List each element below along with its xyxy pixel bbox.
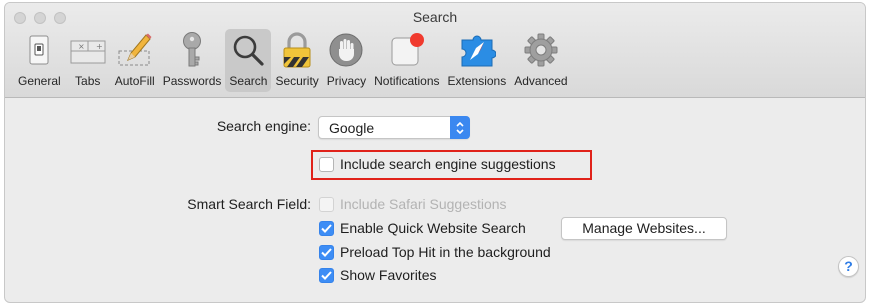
hand-icon — [327, 31, 365, 69]
include-suggestions-label: Include search engine suggestions — [340, 156, 556, 172]
show-favorites-row[interactable]: Show Favorites — [319, 267, 436, 283]
preferences-toolbar: General × + Tabs AutoFill Passwords Sear… — [14, 29, 572, 92]
tab-label: Privacy — [326, 74, 367, 88]
tab-tabs[interactable]: × + Tabs — [65, 29, 111, 92]
svg-text:×: × — [78, 42, 85, 51]
quick-website-search-row[interactable]: Enable Quick Website Search — [319, 220, 526, 236]
tab-label: AutoFill — [114, 74, 155, 88]
help-button[interactable]: ? — [838, 256, 859, 277]
tab-label: Advanced — [514, 74, 568, 88]
chevron-updown-icon — [450, 116, 470, 139]
padlock-icon — [278, 31, 316, 69]
checkmark-icon — [321, 223, 332, 233]
tab-notifications[interactable]: Notifications — [370, 29, 443, 92]
quick-website-search-checkbox[interactable] — [319, 220, 334, 236]
tab-extensions[interactable]: Extensions — [444, 29, 511, 92]
preload-top-hit-row[interactable]: Preload Top Hit in the background — [319, 244, 551, 260]
autofill-pencil-icon — [116, 31, 154, 69]
show-favorites-label: Show Favorites — [340, 267, 437, 283]
checkmark-icon — [321, 247, 332, 257]
magnifier-icon — [229, 31, 267, 69]
title-bar: Search General × + Tabs AutoFill Passwor… — [5, 3, 865, 98]
preload-top-hit-label: Preload Top Hit in the background — [340, 244, 551, 260]
tab-label: Notifications — [374, 74, 440, 88]
manage-websites-button[interactable]: Manage Websites... — [561, 217, 727, 240]
general-switch-icon — [20, 31, 58, 69]
tab-security[interactable]: Security — [271, 29, 322, 92]
include-safari-suggestions-label: Include Safari Suggestions — [340, 196, 507, 212]
search-engine-value: Google — [329, 120, 375, 136]
smart-search-field-label: Smart Search Field: — [187, 196, 311, 212]
include-safari-suggestions-row: Include Safari Suggestions — [319, 196, 507, 212]
notification-badge-icon — [388, 31, 426, 69]
include-suggestions-checkbox-row[interactable]: Include search engine suggestions — [319, 156, 556, 172]
tab-label: General — [18, 74, 61, 88]
tab-search[interactable]: Search — [225, 29, 272, 92]
tab-label: Security — [275, 74, 319, 88]
tab-privacy[interactable]: Privacy — [323, 29, 370, 92]
preload-top-hit-checkbox[interactable] — [319, 244, 334, 260]
tab-label: Search — [229, 74, 268, 88]
tabs-icon: × + — [69, 31, 107, 69]
checkmark-icon — [321, 270, 332, 280]
tab-autofill[interactable]: AutoFill — [111, 29, 159, 92]
search-engine-select[interactable]: Google — [318, 116, 470, 139]
tab-label: Tabs — [75, 74, 101, 88]
include-suggestions-checkbox[interactable] — [319, 156, 334, 172]
tab-advanced[interactable]: Advanced — [510, 29, 571, 92]
tab-general[interactable]: General — [14, 29, 65, 92]
window-title: Search — [412, 9, 458, 25]
preferences-window: Search General × + Tabs AutoFill Passwor… — [4, 2, 866, 303]
include-safari-suggestions-checkbox — [319, 196, 334, 212]
quick-website-search-label: Enable Quick Website Search — [340, 220, 526, 236]
svg-text:+: + — [96, 42, 103, 51]
tab-label: Extensions — [447, 74, 507, 88]
show-favorites-checkbox[interactable] — [319, 267, 334, 283]
search-engine-label: Search engine: — [216, 118, 311, 134]
puzzle-compass-icon — [458, 31, 496, 69]
search-preferences-pane: Search engine: Google Include search eng… — [5, 98, 865, 302]
tab-label: Passwords — [162, 74, 222, 88]
key-icon — [173, 31, 211, 69]
tab-passwords[interactable]: Passwords — [159, 29, 226, 92]
gear-icon — [522, 31, 560, 69]
